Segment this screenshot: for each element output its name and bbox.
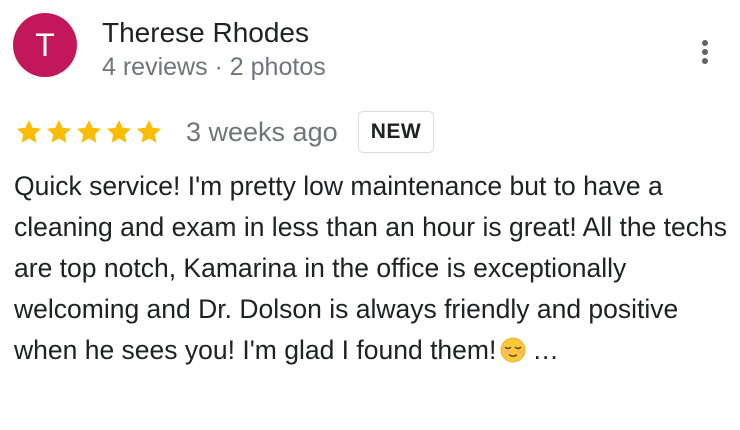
review-card: T Therese Rhodes 4 reviews · 2 photos 3 … — [0, 0, 740, 430]
reviewer-name[interactable]: Therese Rhodes — [102, 17, 309, 49]
star-icon — [136, 120, 162, 143]
star-icon — [16, 120, 42, 143]
new-badge: NEW — [358, 111, 434, 153]
more-text-ellipsis[interactable]: … — [532, 335, 559, 365]
reviewer-avatar[interactable]: T — [13, 13, 77, 77]
star-icon — [76, 120, 102, 143]
review-text[interactable]: Quick service! I'm pretty low maintenanc… — [14, 166, 729, 371]
reviewer-meta: 4 reviews · 2 photos — [102, 53, 326, 81]
avatar-initial: T — [35, 27, 55, 63]
review-body: Quick service! I'm pretty low maintenanc… — [14, 171, 727, 365]
relieved-face-emoji-icon — [500, 334, 526, 363]
star-icon — [46, 120, 72, 143]
more-options-button[interactable] — [690, 32, 720, 72]
review-time: 3 weeks ago — [186, 117, 338, 147]
star-rating — [15, 118, 163, 146]
star-icon — [106, 120, 132, 143]
